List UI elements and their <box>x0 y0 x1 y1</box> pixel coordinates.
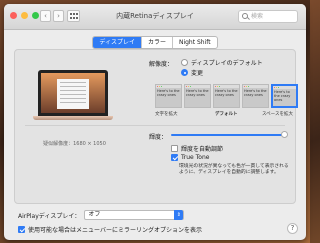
laptop-preview <box>33 70 113 120</box>
thumb-text: Here's to the crazy ones <box>215 89 238 97</box>
search-placeholder: 検索 <box>251 13 264 20</box>
airplay-row: AirPlayディスプレイ： オフ ⇕ <box>18 210 185 220</box>
true-tone-box[interactable] <box>171 154 178 161</box>
radio-scaled[interactable]: 変更 <box>181 68 203 77</box>
radio-default[interactable]: ディスプレイのデフォルト <box>181 58 263 67</box>
caption-default: デフォルト <box>215 112 238 117</box>
thumb-text: Here's to the crazy ones <box>244 89 267 97</box>
display-panel: 疑似解像度：1680 × 1050 解像度： ディスプレイのデフォルト 変更 H… <box>14 49 298 204</box>
scale-option-larger-text[interactable]: Here's to the crazy ones <box>155 84 182 108</box>
scale-option-4[interactable]: Here's to the crazy ones <box>242 84 269 108</box>
caption-larger-text: 文字を拡大 <box>155 112 178 117</box>
thumb-text: Here's to the crazy ones <box>186 89 209 97</box>
mirroring-checkbox[interactable]: 使用可能な場合はメニューバーにミラーリングオプションを表示 <box>18 225 202 234</box>
airplay-popup[interactable]: オフ ⇕ <box>84 210 185 220</box>
preferences-window: ‹ › 内蔵Retinaディスプレイ 検索 ディスプレイ カラー Night S… <box>4 4 306 240</box>
auto-brightness-box[interactable] <box>171 145 178 152</box>
mirroring-label: 使用可能な場合はメニューバーにミラーリングオプションを表示 <box>28 227 202 234</box>
scale-option-2[interactable]: Here's to the crazy ones <box>184 84 211 108</box>
caption-more-space: スペースを拡大 <box>262 112 293 117</box>
airplay-value: オフ <box>88 211 101 218</box>
help-button[interactable]: ? <box>287 223 298 234</box>
tab-night-shift[interactable]: Night Shift <box>173 37 217 48</box>
brightness-slider[interactable] <box>171 131 288 138</box>
radio-scaled-button[interactable] <box>181 69 188 76</box>
scale-option-more-space[interactable]: Here's to the crazy ones <box>271 84 298 108</box>
resolution-label: 解像度： <box>149 61 174 68</box>
resolution-note: 疑似解像度：1680 × 1050 <box>43 141 106 147</box>
airplay-label: AirPlayディスプレイ： <box>18 212 81 220</box>
brightness-label: 輝度： <box>149 134 168 141</box>
brightness-slider-knob[interactable] <box>281 131 288 138</box>
search-icon <box>242 13 248 19</box>
title-bar: ‹ › 内蔵Retinaディスプレイ 検索 <box>4 4 306 30</box>
search-input[interactable]: 検索 <box>238 10 298 23</box>
thumb-text: Here's to the crazy ones <box>157 89 180 97</box>
mirroring-box[interactable] <box>18 226 25 233</box>
thumb-text: Here's to the crazy ones <box>274 90 291 102</box>
radio-default-button[interactable] <box>181 59 188 66</box>
radio-scaled-label: 変更 <box>191 70 204 77</box>
auto-brightness-label: 輝度を自動調節 <box>181 146 224 153</box>
chevron-updown-icon: ⇕ <box>174 210 184 220</box>
radio-default-label: ディスプレイのデフォルト <box>191 60 263 67</box>
true-tone-description: 環境光の状況が異なっても色が一貫して表示されるように、ディスプレイを自動的に調整… <box>179 164 289 175</box>
tab-display[interactable]: ディスプレイ <box>93 37 142 48</box>
auto-brightness-checkbox[interactable]: 輝度を自動調節 <box>171 144 223 153</box>
scale-option-default[interactable]: Here's to the crazy ones <box>213 84 240 108</box>
true-tone-checkbox[interactable]: True Tone <box>171 154 209 161</box>
tab-color[interactable]: カラー <box>142 37 173 48</box>
tab-bar: ディスプレイ カラー Night Shift <box>4 36 306 49</box>
scale-options: Here's to the crazy ones Here's to the c… <box>155 84 298 108</box>
divider <box>25 125 285 126</box>
true-tone-label: True Tone <box>181 154 210 161</box>
